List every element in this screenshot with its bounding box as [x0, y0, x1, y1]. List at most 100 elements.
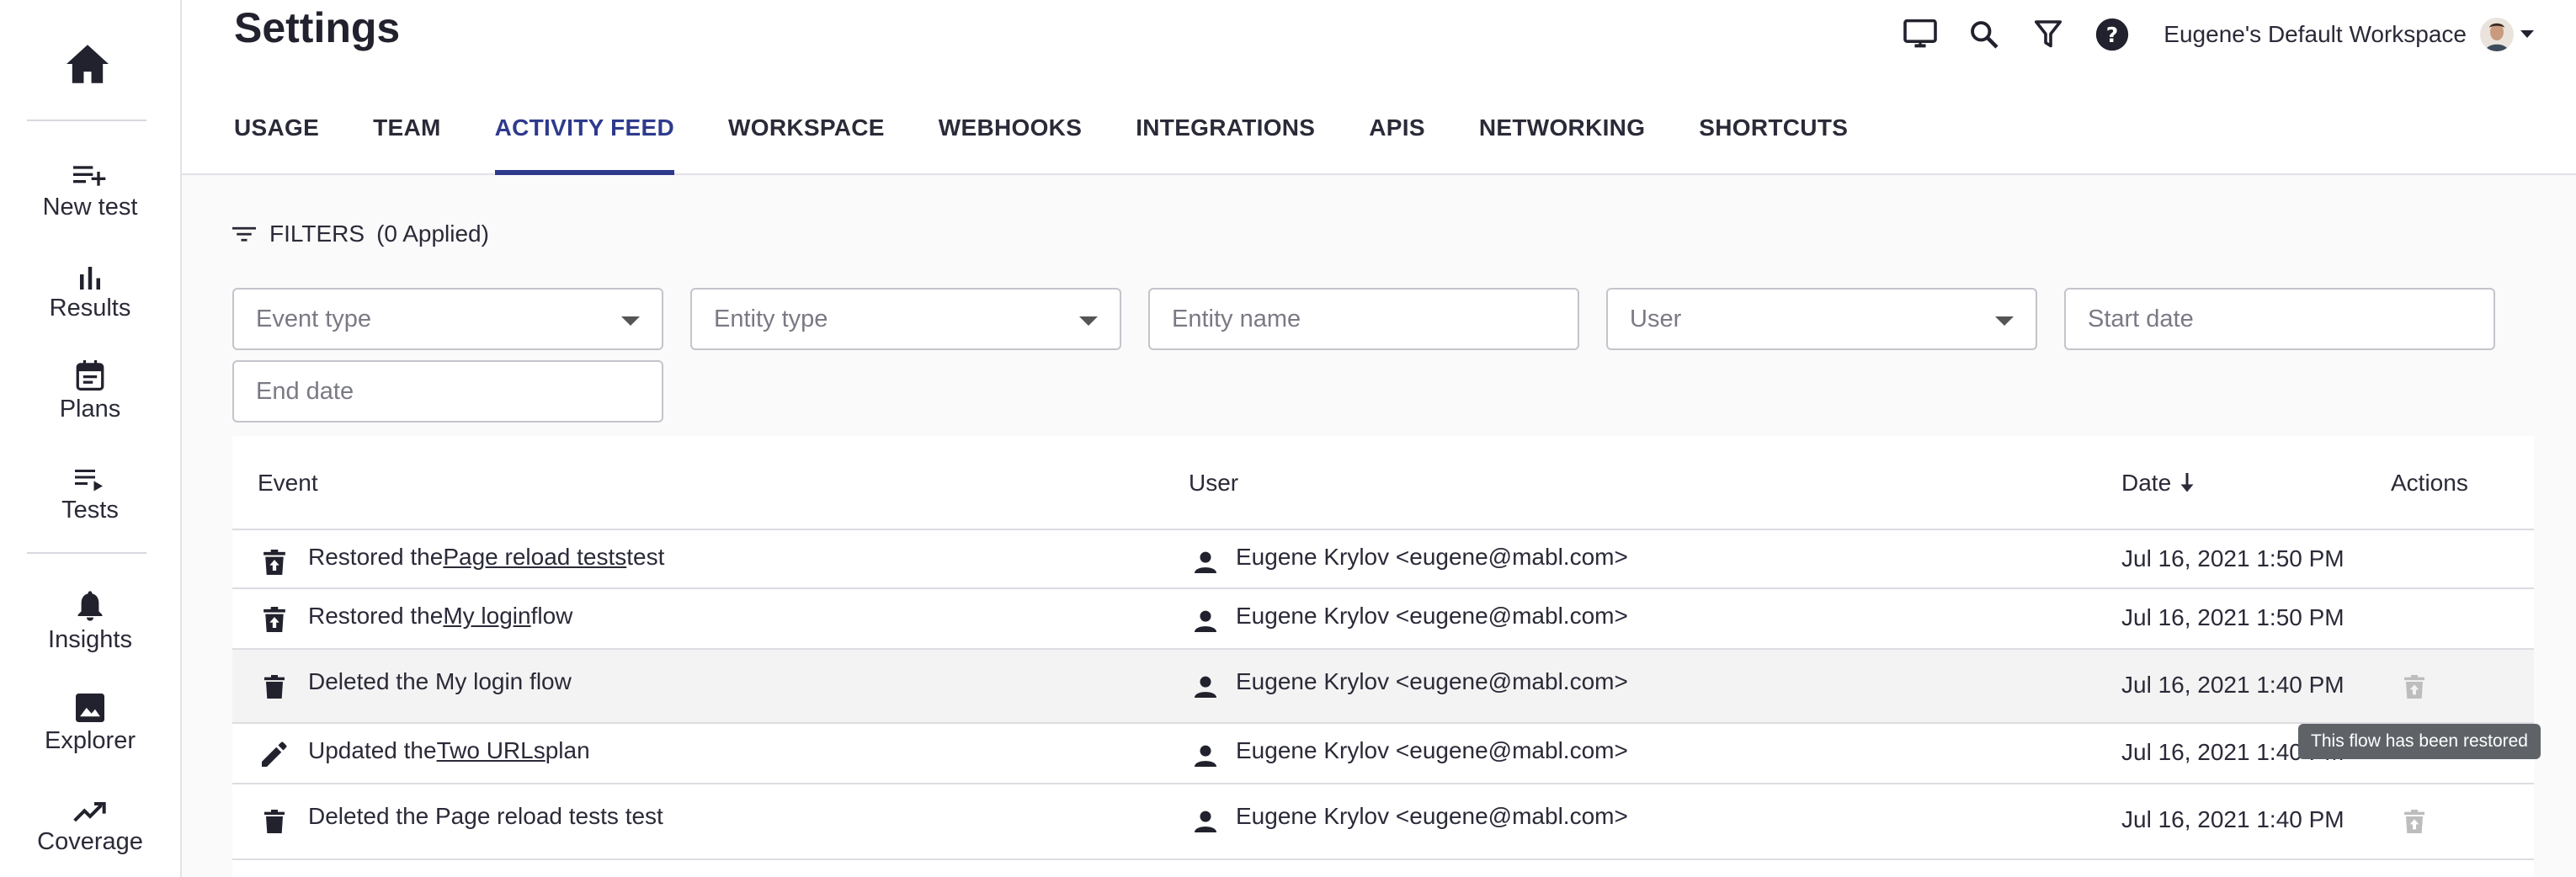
calendar-icon	[76, 353, 104, 391]
date-cell: Jul 16, 2021 1:50 PM	[2121, 545, 2344, 571]
playlist-play-icon	[75, 454, 105, 492]
home-button[interactable]	[61, 37, 114, 91]
nav-item-results[interactable]: Results	[0, 252, 180, 345]
date-cell: Jul 16, 2021 1:50 PM	[2121, 604, 2344, 630]
nav-item-label: Insights	[48, 626, 132, 653]
user-select[interactable]: User	[1606, 288, 2037, 350]
user-avatar[interactable]	[2480, 18, 2514, 51]
desktop-icon	[1903, 19, 1938, 48]
nav-item-label: New test	[42, 194, 138, 221]
entity-type-placeholder: Entity type	[714, 305, 828, 332]
chevron-down-icon[interactable]	[2520, 30, 2534, 39]
start-date-field[interactable]	[2064, 288, 2495, 350]
table-row: Restored the My login flow Eugene Krylov…	[232, 589, 2534, 650]
nav-divider	[27, 120, 146, 121]
event-text-suffix: test	[626, 544, 665, 570]
tab-networking[interactable]: NETWORKING	[1479, 111, 1645, 175]
user-cell: Eugene Krylov <eugene@mabl.com>	[1236, 803, 1628, 829]
image-icon	[76, 685, 104, 722]
filters-toggle[interactable]: FILTERS (0 Applied)	[232, 221, 489, 247]
workspace-selector[interactable]: Eugene's Default Workspace	[2164, 21, 2467, 48]
person-icon	[1189, 545, 1222, 579]
column-header-user: User	[1189, 470, 1239, 496]
date-cell: Jul 16, 2021 1:40 PM	[2121, 672, 2344, 698]
bell-icon	[77, 584, 104, 621]
restore-button[interactable]	[2398, 805, 2431, 838]
tab-shortcuts[interactable]: SHORTCUTS	[1699, 111, 1848, 175]
event-text: Restored the Page reload tests test	[308, 544, 664, 571]
entity-name-field[interactable]	[1148, 288, 1579, 350]
header-toolbar: ? Eugene's Default Workspace	[1877, 13, 2534, 56]
playlist-add-icon	[73, 151, 107, 189]
nav-item-label: Tests	[61, 497, 119, 524]
search-icon	[1971, 21, 1999, 49]
event-text-prefix: Restored the	[308, 603, 444, 629]
delete-icon	[258, 805, 291, 838]
tab-usage[interactable]: USAGE	[234, 111, 319, 175]
end-date-field[interactable]	[232, 360, 663, 423]
help-button[interactable]: ?	[2091, 13, 2133, 56]
event-text: Deleted the My login flow	[308, 668, 572, 695]
column-header-date[interactable]: Date	[2121, 470, 2195, 497]
search-button[interactable]	[1963, 13, 2005, 56]
nav-item-explorer[interactable]: Explorer	[0, 685, 180, 778]
edit-icon	[258, 737, 291, 771]
tab-integrations[interactable]: INTEGRATIONS	[1136, 111, 1315, 175]
tab-activity-feed[interactable]: ACTIVITY FEED	[494, 111, 675, 175]
tab-webhooks[interactable]: WEBHOOKS	[939, 111, 1082, 175]
start-date-input[interactable]	[2088, 305, 2494, 333]
entity-name-input[interactable]	[1172, 305, 1578, 333]
event-text: Updated the Two URLs plan	[308, 737, 590, 764]
column-header-date-label: Date	[2121, 470, 2172, 496]
filters-applied-count: (0 Applied)	[376, 221, 489, 247]
side-navigation: New test Results Plans Tests Insights Ex…	[0, 0, 182, 877]
table-row: Deleted the My login flow Eugene Krylov …	[232, 650, 2534, 724]
dropdown-arrow-icon	[621, 316, 640, 326]
date-cell: Jul 16, 2021 1:40 PM	[2121, 806, 2344, 832]
dropdown-arrow-icon	[1995, 316, 2014, 326]
entity-link[interactable]: Page reload tests	[443, 544, 626, 571]
table-row: Deleted the Page reload tests test Eugen…	[232, 784, 2534, 860]
tab-workspace[interactable]: WORKSPACE	[728, 111, 885, 175]
end-date-input[interactable]	[256, 377, 662, 406]
restore-icon	[258, 545, 291, 579]
nav-item-label: Plans	[59, 396, 121, 423]
entity-link[interactable]: Two URLs	[437, 737, 546, 764]
entity-type-select[interactable]: Entity type	[690, 288, 1121, 350]
user-cell: Eugene Krylov <eugene@mabl.com>	[1236, 603, 1628, 629]
event-text-prefix: Deleted the My login flow	[308, 668, 572, 694]
restore-icon	[2404, 810, 2424, 833]
filter-list-icon	[232, 226, 256, 242]
person-icon	[1189, 739, 1222, 773]
event-text: Deleted the Page reload tests test	[308, 803, 663, 830]
filter-icon	[2035, 20, 2062, 48]
event-text-prefix: Updated the	[308, 737, 437, 763]
event-text-suffix: plan	[545, 737, 590, 763]
entity-link[interactable]: My login	[443, 603, 530, 630]
tab-team[interactable]: TEAM	[373, 111, 441, 175]
sort-arrow-down-icon	[2180, 473, 2194, 492]
svg-text:?: ?	[2106, 23, 2119, 47]
nav-item-tests[interactable]: Tests	[0, 454, 180, 547]
page-header: Settings ? Eugene's Default Workspace US…	[182, 0, 2576, 175]
nav-item-label: Explorer	[45, 727, 136, 754]
restore-button[interactable]	[2398, 670, 2431, 704]
nav-item-insights[interactable]: Insights	[0, 584, 180, 677]
home-icon	[67, 45, 109, 83]
filter-button[interactable]	[2027, 13, 2069, 56]
user-cell: Eugene Krylov <eugene@mabl.com>	[1236, 668, 1628, 694]
restored-tooltip: This flow has been restored	[2298, 724, 2541, 759]
nav-item-new-test[interactable]: New test	[0, 151, 180, 244]
tab-apis[interactable]: APIS	[1369, 111, 1425, 175]
nav-divider	[27, 552, 146, 554]
nav-item-coverage[interactable]: Coverage	[0, 786, 180, 877]
person-icon	[1189, 604, 1222, 638]
trending-up-icon	[73, 786, 107, 823]
event-type-placeholder: Event type	[256, 305, 372, 332]
activity-feed-table: Event User Date Actions Restored the Pag…	[232, 436, 2534, 877]
user-avatar-icon	[2480, 18, 2514, 51]
event-text: Restored the My login flow	[308, 603, 572, 630]
desktop-button[interactable]	[1899, 13, 1941, 56]
nav-item-plans[interactable]: Plans	[0, 353, 180, 446]
event-type-select[interactable]: Event type	[232, 288, 663, 350]
